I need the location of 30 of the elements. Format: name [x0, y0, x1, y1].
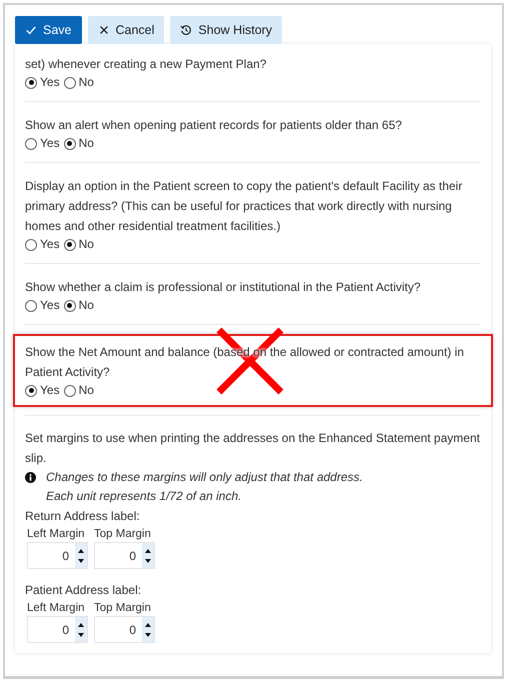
field-label: Top Margin	[94, 527, 152, 542]
note-text: Each unit represents 1/72 of an inch.	[46, 488, 242, 505]
save-button[interactable]: Save	[15, 16, 82, 44]
radio-option[interactable]: No	[64, 236, 94, 253]
radio-option[interactable]: No	[64, 382, 94, 399]
radio-option[interactable]: No	[64, 74, 94, 91]
info-icon	[25, 472, 36, 483]
field-label: Left Margin	[27, 601, 86, 616]
setting-question: Show whether a claim is professional or institutional in the Patient Activity?	[25, 279, 422, 296]
radio-option[interactable]: No	[64, 135, 94, 152]
radio-option[interactable]: Yes	[25, 297, 60, 314]
history-icon	[180, 24, 192, 36]
radio-option[interactable]: Yes	[25, 236, 60, 253]
radio-option[interactable]: Yes	[25, 382, 60, 399]
setting-question: Show an alert when opening patient records for patients older than 65?	[25, 117, 403, 134]
check-icon	[25, 24, 37, 36]
field-label: Left Margin	[27, 527, 86, 542]
radio-option[interactable]: No	[64, 297, 94, 314]
group-label: Patient Address label:	[25, 582, 142, 599]
cancel-button[interactable]: Cancel	[88, 16, 164, 44]
setting-question: Display an option in the Patient screen to copy the patient's default Facility as their primary address? (This can be useful for practices that work directly with nursing homes and other residential treatment facilities.)	[25, 178, 464, 235]
close-icon	[98, 24, 110, 36]
radio-option[interactable]: Yes	[25, 74, 60, 91]
history-button[interactable]: Show History	[170, 16, 282, 44]
note-text: Changes to these margins will only adjust that that address.	[46, 469, 363, 486]
setting-question: set) whenever creating a new Payment Plan?	[25, 56, 268, 73]
group-label: Return Address label:	[25, 508, 141, 525]
field-label: Top Margin	[94, 601, 152, 616]
setting-question: Set margins to use when printing the addresses on the Enhanced Statement payment slip.	[25, 430, 481, 467]
radio-option[interactable]: Yes	[25, 135, 60, 152]
